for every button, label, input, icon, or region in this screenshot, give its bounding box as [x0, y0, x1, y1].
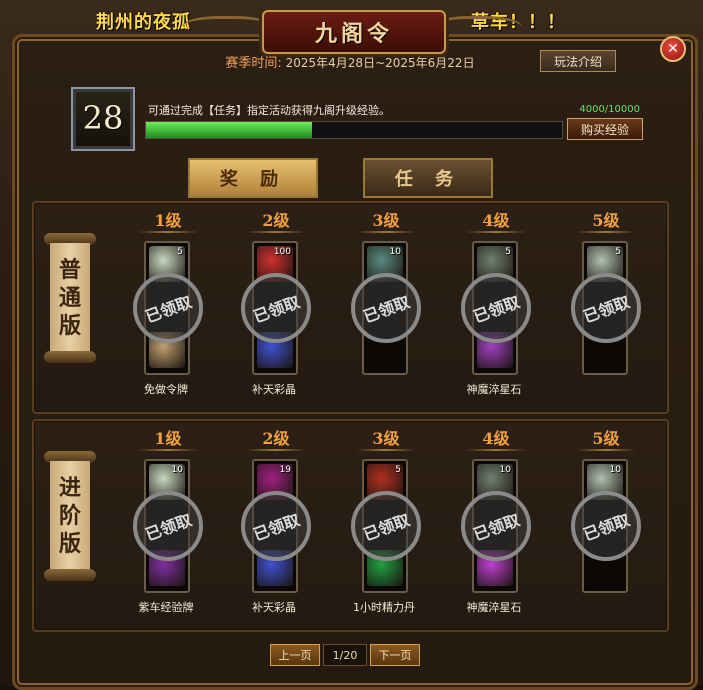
claimed-stamp-text: 已领取	[580, 510, 633, 545]
item-quantity: 10	[499, 465, 511, 475]
claimed-stamp: 已领取	[241, 491, 311, 561]
reward-item-name: 补天彩晶	[252, 383, 296, 396]
reward-item-name: 神魔淬星石	[466, 601, 522, 614]
item-quantity: 100	[273, 247, 291, 257]
marquee-text-left: 荆州的夜孤	[96, 12, 191, 33]
track-title-char: 通	[58, 285, 81, 311]
claimed-stamp-text: 已领取	[360, 510, 413, 545]
claimed-stamp: 已领取	[461, 273, 531, 343]
scroll-rod-bottom	[44, 351, 96, 363]
claimed-stamp-text: 已领取	[470, 510, 523, 545]
exp-progress-fill	[146, 122, 313, 138]
scroll-rod-bottom	[44, 569, 96, 581]
buy-exp-button[interactable]: 购买经验	[567, 118, 643, 140]
exp-value: 4000/10000	[579, 104, 640, 115]
season-label: 赛季时间:	[225, 56, 282, 71]
window-title-plate: 九阁令	[262, 10, 446, 54]
item-quantity: 5	[395, 465, 401, 475]
level-label: 3级	[372, 429, 400, 448]
level-label: 1级	[154, 429, 182, 448]
track-title-scroll: 普通版	[44, 233, 96, 363]
claimed-stamp: 已领取	[351, 491, 421, 561]
item-quantity: 10	[389, 247, 401, 257]
claimed-stamp: 已领取	[571, 273, 641, 343]
claimed-stamp: 已领取	[461, 491, 531, 561]
claimed-stamp-text: 已领取	[470, 292, 523, 327]
title-ornament-left	[182, 16, 272, 43]
reward-item-name: 1小时精力丹	[353, 601, 415, 614]
reward-track-panel: 普通版 1级 5 已领取免做令牌 2级 100 已领取补天彩晶 3级 10 已领取 4级 5 已领取神魔…	[32, 201, 669, 414]
page-indicator: 1/20	[323, 644, 367, 666]
reward-item-name: 补天彩晶	[252, 601, 296, 614]
level-label: 4级	[482, 211, 510, 230]
claimed-stamp: 已领取	[571, 491, 641, 561]
item-quantity: 10	[171, 465, 183, 475]
level-divider	[576, 231, 636, 233]
level-label: 4级	[482, 429, 510, 448]
claimed-stamp-text: 已领取	[142, 292, 195, 327]
item-quantity: 5	[505, 247, 511, 257]
level-divider	[576, 449, 636, 451]
claimed-stamp-text: 已领取	[580, 292, 633, 327]
track-title-char: 版	[58, 313, 81, 339]
close-button[interactable]: ✕	[660, 36, 686, 62]
season-range: 2025年4月28日~2025年6月22日	[285, 56, 475, 70]
level-divider	[138, 231, 198, 233]
level-label: 1级	[154, 211, 182, 230]
track-title-char: 阶	[58, 503, 81, 529]
claimed-stamp: 已领取	[241, 273, 311, 343]
tab-tasks[interactable]: 任 务	[363, 158, 493, 198]
level-divider	[246, 449, 306, 451]
level-divider	[466, 449, 526, 451]
level-label: 3级	[372, 211, 400, 230]
next-page-button[interactable]: 下一页	[370, 644, 420, 666]
scroll-paper: 进阶版	[50, 461, 90, 571]
close-icon: ✕	[667, 41, 679, 57]
tab-rewards[interactable]: 奖 励	[188, 158, 318, 198]
claimed-stamp: 已领取	[133, 273, 203, 343]
track-title-char: 版	[58, 531, 81, 557]
level-value: 28	[82, 99, 124, 137]
level-label: 5级	[592, 429, 620, 448]
season-info: 赛季时间: 2025年4月28日~2025年6月22日	[200, 52, 500, 71]
level-divider	[138, 449, 198, 451]
reward-item-name: 免做令牌	[144, 383, 188, 396]
claimed-stamp: 已领取	[133, 491, 203, 561]
level-badge: 28	[71, 87, 135, 151]
level-divider	[466, 231, 526, 233]
reward-track-panel: 进阶版 1级 10 已领取紫车经验牌 2级 19 已领取补天彩晶 3级 5 已领取 1小时精力丹 4级…	[32, 419, 669, 632]
reward-item-name: 神魔淬星石	[466, 383, 522, 396]
level-divider	[356, 231, 416, 233]
window-title: 九阁令	[314, 21, 393, 47]
level-divider	[356, 449, 416, 451]
claimed-stamp-text: 已领取	[250, 292, 303, 327]
item-quantity: 5	[177, 247, 183, 257]
prev-page-button[interactable]: 上一页	[270, 644, 320, 666]
level-label: 2级	[262, 429, 290, 448]
exp-progress-bar	[145, 121, 563, 139]
item-quantity: 19	[279, 465, 291, 475]
track-title-char: 进	[58, 475, 81, 501]
reward-item-name: 紫车经验牌	[138, 601, 194, 614]
level-label: 5级	[592, 211, 620, 230]
track-title-scroll: 进阶版	[44, 451, 96, 581]
level-label: 2级	[262, 211, 290, 230]
track-title-char: 普	[58, 257, 81, 283]
exp-hint-text: 可通过完成【任务】指定活动获得九阁升级经验。	[148, 104, 390, 117]
item-quantity: 5	[615, 247, 621, 257]
item-quantity: 10	[609, 465, 621, 475]
level-divider	[246, 231, 306, 233]
claimed-stamp-text: 已领取	[250, 510, 303, 545]
claimed-stamp-text: 已领取	[360, 292, 413, 327]
pagination: 上一页 1/20 下一页	[270, 644, 420, 666]
claimed-stamp: 已领取	[351, 273, 421, 343]
scroll-paper: 普通版	[50, 243, 90, 353]
claimed-stamp-text: 已领取	[142, 510, 195, 545]
rules-button[interactable]: 玩法介绍	[540, 50, 616, 72]
